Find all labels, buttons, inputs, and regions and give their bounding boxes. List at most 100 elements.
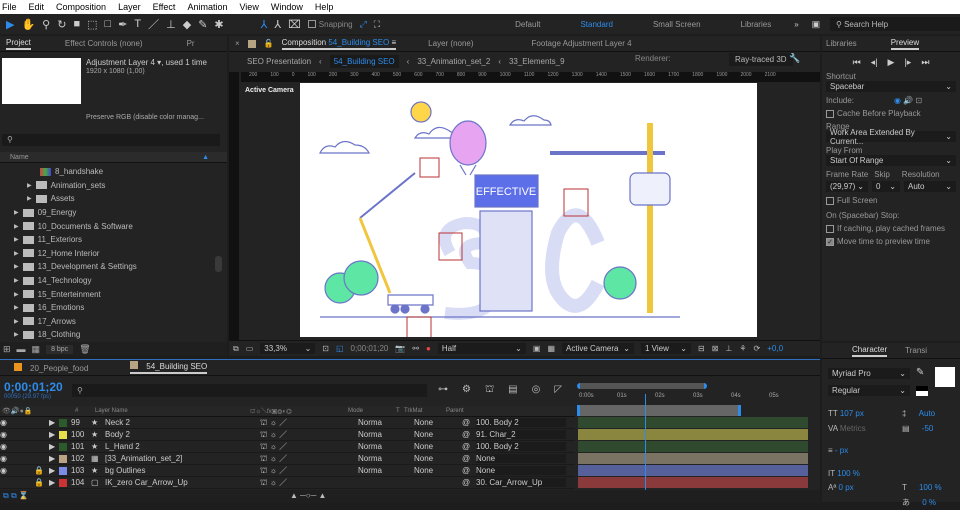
trkmat-dropdown[interactable]: None	[414, 418, 462, 427]
visibility-toggle-icon[interactable]: ◉	[0, 430, 34, 439]
workspace-2[interactable]: Small Screen	[653, 20, 701, 29]
work-area-bar[interactable]	[577, 405, 741, 416]
kerning-value[interactable]: Metrics	[840, 424, 866, 433]
trkmat-dropdown[interactable]: None	[414, 454, 462, 463]
camera-tool-icon[interactable]: ■	[73, 18, 80, 30]
time-ruler[interactable]: 0:00s 01s 02s 03s 04s 05s	[575, 378, 809, 416]
roto-brush-tool-icon[interactable]: ✎	[198, 18, 207, 31]
tab-libraries[interactable]: Libraries	[826, 39, 857, 48]
hand-tool-icon[interactable]: ✋	[21, 18, 35, 31]
first-frame-icon[interactable]: ⏮	[853, 57, 861, 68]
tab-layer[interactable]: Layer (none)	[428, 39, 473, 48]
fill-color-swatch[interactable]	[935, 367, 955, 387]
toggle-pixel-icon[interactable]: ⊟	[698, 344, 705, 353]
viewer-timecode[interactable]: 0;00;01;20	[351, 344, 389, 353]
breadcrumb-item[interactable]: SEO Presentation	[247, 57, 311, 66]
font-style-dropdown[interactable]: Regular ⌄	[828, 385, 910, 396]
label-color-swatch[interactable]	[59, 466, 67, 475]
cache-checkbox[interactable]: Cache Before Playback	[826, 109, 956, 118]
visibility-toggle-icon[interactable]: ◉	[0, 454, 34, 463]
label-color-swatch[interactable]	[59, 442, 67, 451]
frame-blend-icon[interactable]: ▤	[508, 384, 517, 397]
expand-arrow-icon[interactable]: ▶	[49, 478, 59, 487]
baseline-shift-value[interactable]: 0 px	[839, 483, 854, 492]
tree-item[interactable]: ▶ Animation_sets	[0, 179, 212, 193]
layer-row[interactable]: ◉ ▶ 100 ★ Body 2 ⛫ ☼ ／ Norma None @91. Char_2	[0, 429, 575, 441]
mode-dropdown[interactable]: Norma	[358, 430, 414, 439]
new-comp-icon[interactable]: ▦	[32, 344, 41, 355]
clone-stamp-tool-icon[interactable]: ⊥	[166, 18, 176, 31]
tab-footage[interactable]: Footage Adjustment Layer 4	[532, 39, 632, 48]
breadcrumb-item[interactable]: 33_Animation_set_2	[417, 57, 490, 66]
font-size-value[interactable]: 107 px	[840, 409, 864, 418]
menu-file[interactable]: File	[2, 2, 17, 12]
move-time-checkbox[interactable]: ✓ Move time to preview time	[826, 237, 956, 246]
layer-row[interactable]: ◉ 🔒 ▶ 103 ★ bg Outlines ⛫ ☼ ／ Norma None @ None	[0, 465, 575, 477]
layer-name[interactable]: L_Hand 2	[105, 442, 260, 451]
expand-arrow-icon[interactable]: ▶	[49, 442, 59, 451]
view-layout-dropdown[interactable]: 1 View ⌄	[641, 343, 691, 354]
parent-dropdown[interactable]: None	[476, 466, 566, 475]
tree-item[interactable]: ▶ 11_Exteriors	[0, 233, 212, 247]
layer-switches[interactable]: ⛫ ☼ ／	[260, 441, 358, 452]
parent-pickwhip-icon[interactable]: @	[462, 478, 476, 487]
parent-pickwhip-icon[interactable]: @	[462, 418, 476, 427]
layer-switches[interactable]: ⛫ ☼ ／	[260, 477, 358, 488]
layer-row[interactable]: ◉ ▶ 101 ★ L_Hand 2 ⛫ ☼ ／ Norma None @100. Body 2	[0, 441, 575, 453]
visibility-toggle-icon[interactable]: ◉	[0, 442, 34, 451]
expand-arrow-icon[interactable]: ▶	[27, 182, 32, 189]
parent-dropdown[interactable]: 100. Body 2	[476, 442, 566, 451]
tree-item[interactable]: ▶ 13_Development & Settings	[0, 260, 212, 274]
exposure-value[interactable]: +0,0	[767, 344, 783, 353]
zoom-slider[interactable]: ▲ ─○─ ▲	[290, 491, 326, 500]
previous-frame-icon[interactable]: ◂|	[871, 57, 878, 68]
layer-duration-bar[interactable]	[578, 417, 808, 428]
menu-view[interactable]: View	[239, 2, 258, 12]
layer-switches[interactable]: ⛫ ☼ ／	[260, 429, 358, 440]
layer-switches[interactable]: ⛫ ☼ ／	[260, 465, 358, 476]
expand-arrow-icon[interactable]: ▶	[49, 418, 59, 427]
selection-tool-icon[interactable]: ▶	[6, 18, 14, 31]
trash-icon[interactable]: 🗑	[79, 344, 90, 355]
expand-arrow-icon[interactable]: ▶	[27, 195, 32, 202]
menu-window[interactable]: Window	[271, 2, 303, 12]
expand-arrow-icon[interactable]: ▶	[49, 430, 59, 439]
layer-switches[interactable]: ⛫ ☼ ／	[260, 417, 358, 428]
if-caching-checkbox[interactable]: If caching, play cached frames	[826, 224, 956, 233]
full-screen-checkbox[interactable]: Full Screen	[826, 196, 956, 205]
stroke-color-swatch[interactable]	[916, 386, 928, 396]
tab-composition[interactable]: Composition 54_Building SEO ≡	[281, 38, 397, 50]
flowchart-icon[interactable]: ⚘	[739, 344, 746, 353]
menu-animation[interactable]: Animation	[187, 2, 227, 12]
tree-item[interactable]: ▶ 09_Energy	[0, 206, 212, 220]
layer-row[interactable]: 🔒 ▶ 104 ▢ IK_zero Car_Arrow_Up ⛫ ☼ ／ @30. Car_…	[0, 477, 575, 489]
always-preview-icon[interactable]: ⧉	[233, 344, 239, 354]
parent-pickwhip-icon[interactable]: @	[462, 454, 476, 463]
draft-3d-icon[interactable]: ⚙	[462, 384, 471, 397]
timeline-search-input[interactable]: ⚲	[72, 384, 427, 397]
timeline-tab-0[interactable]: 20_People_food	[14, 362, 88, 373]
parent-dropdown[interactable]: 30. Car_Arrow_Up	[476, 478, 566, 487]
menu-effect[interactable]: Effect	[153, 2, 176, 12]
comp-flowchart-icon[interactable]: ⊶	[438, 384, 448, 397]
fit-icon[interactable]: ⊡	[322, 344, 329, 353]
layer-row[interactable]: ◉ ▶ 99 ★ Neck 2 ⛫ ☼ ／ Norma None @100. Body 2	[0, 417, 575, 429]
menu-edit[interactable]: Edit	[29, 2, 45, 12]
layer-duration-bar[interactable]	[578, 429, 808, 440]
preview-resolution-dropdown[interactable]: Auto ⌄	[904, 181, 956, 192]
wrench-icon[interactable]: 🔧	[789, 53, 800, 64]
visibility-toggle-icon[interactable]: ◉	[0, 466, 34, 475]
include-video-icon[interactable]: ◉	[894, 96, 901, 105]
resolution-dropdown[interactable]: Half ⌄	[437, 343, 526, 354]
expand-arrow-icon[interactable]: ▶	[14, 236, 19, 243]
stroke-width-value[interactable]: - px	[835, 446, 848, 455]
type-tool-icon[interactable]: T	[134, 18, 141, 30]
view-axis-icon[interactable]: ⌧	[288, 18, 301, 31]
mode-dropdown[interactable]: Norma	[358, 454, 414, 463]
pen-tool-icon[interactable]: ✒	[118, 18, 127, 31]
trkmat-dropdown[interactable]: None	[414, 430, 462, 439]
snap-icon[interactable]: ⤢	[360, 19, 367, 30]
camera-view-dropdown[interactable]: Active Camera ⌄	[562, 343, 634, 354]
horizontal-scale-value[interactable]: 100 %	[919, 483, 942, 492]
layer-duration-bar[interactable]	[578, 441, 808, 452]
